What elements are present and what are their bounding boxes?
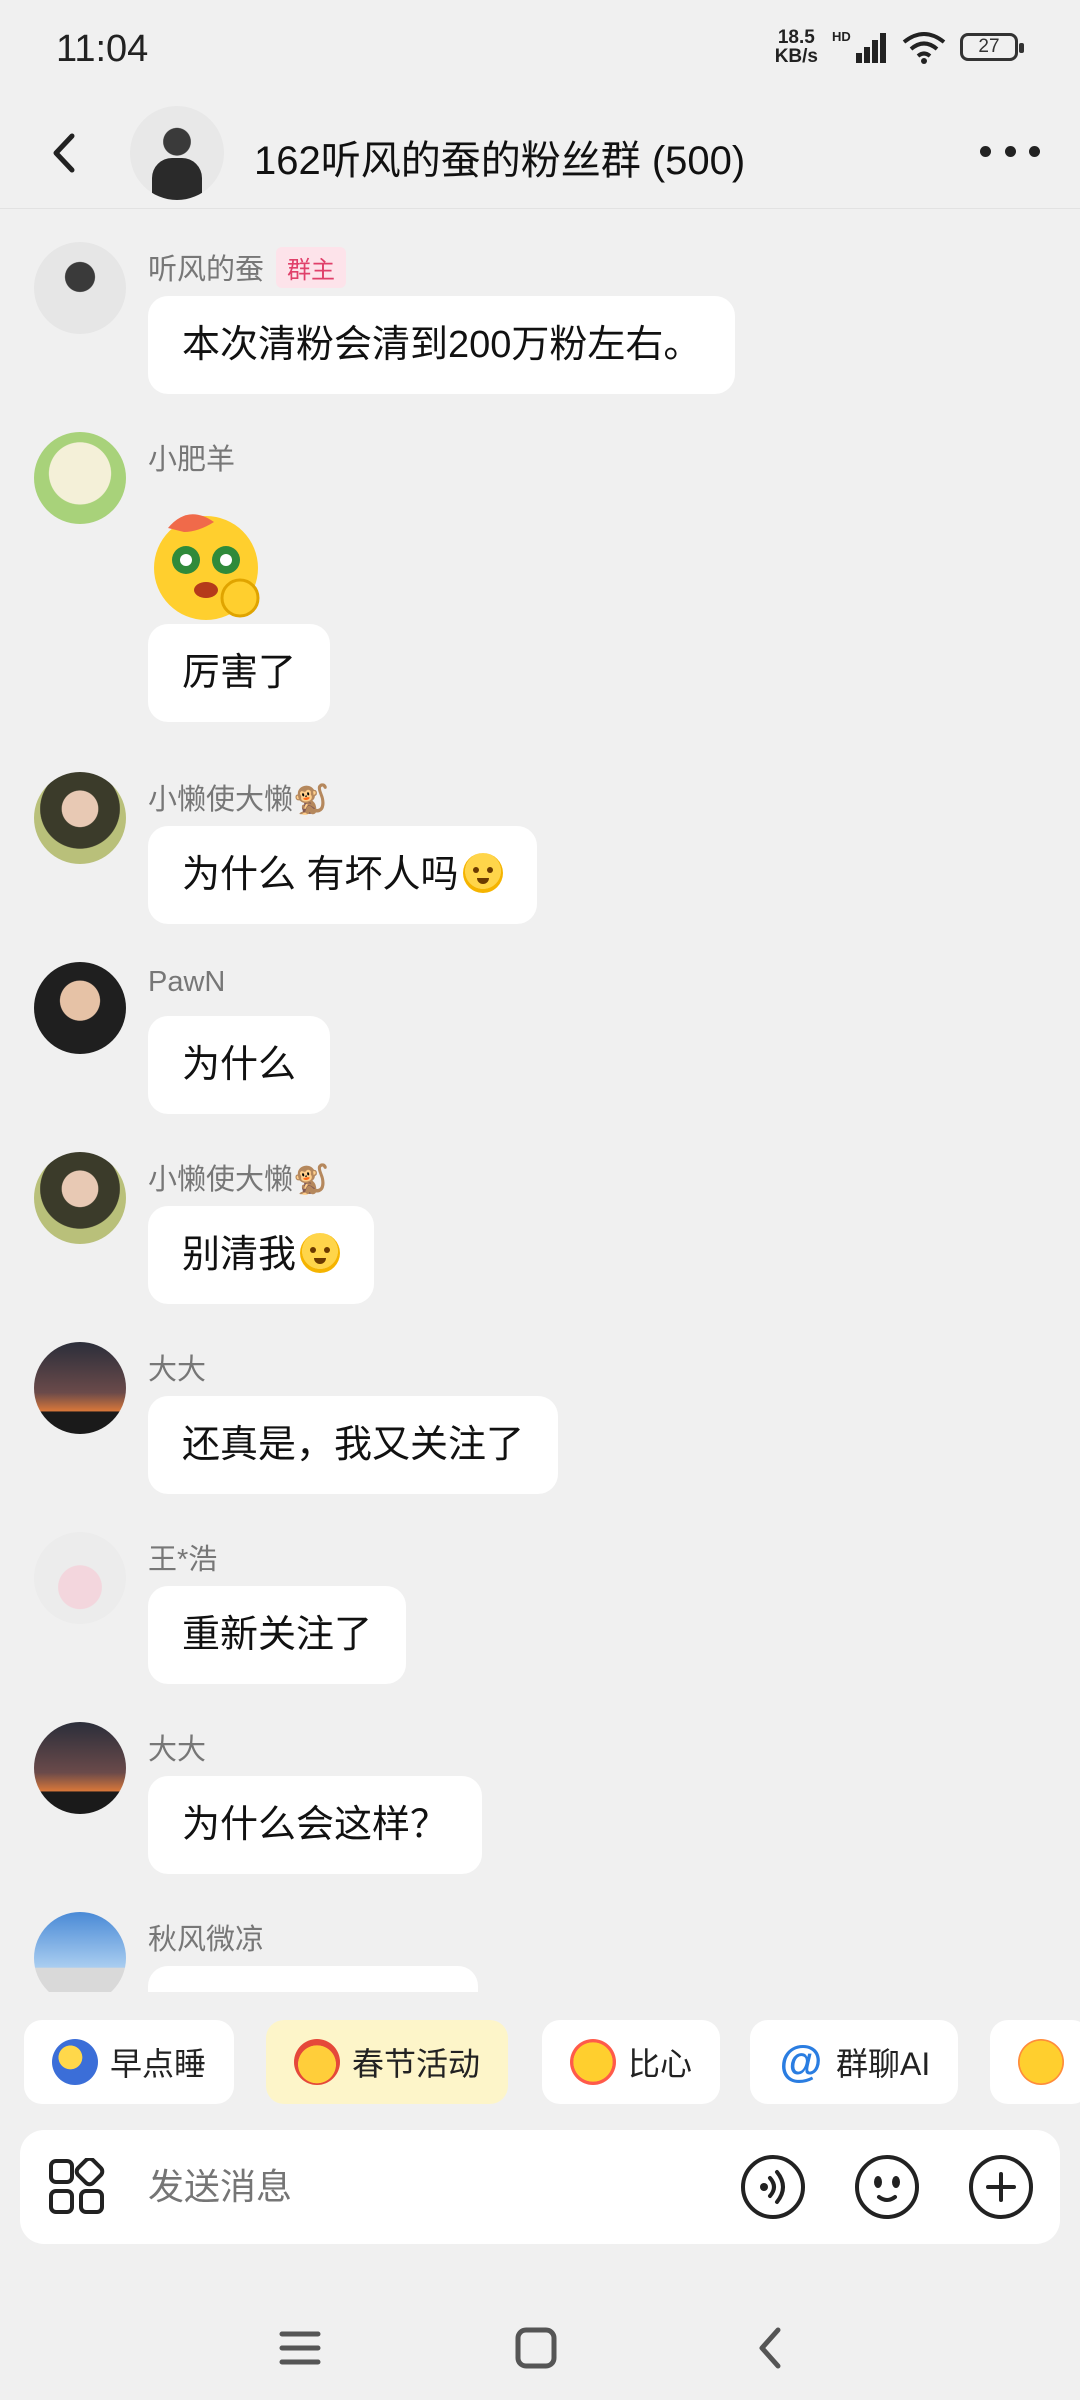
network-speed: 18.5 KB/s [774,27,818,67]
avatar[interactable] [34,1532,126,1624]
sender-name[interactable]: 小懒使大懒🐒 [148,1156,329,1198]
home-square-icon[interactable] [504,2316,568,2380]
message-list[interactable]: 听风的蚕 群主 本次清粉会清到200万粉左右。 小肥羊 厉害了 小懒使大懒🐒 为… [0,212,1080,1992]
sender-name[interactable]: 小懒使大懒🐒 [148,776,329,818]
avatar[interactable] [34,1342,126,1434]
plus-icon[interactable] [968,2154,1034,2220]
sender-name[interactable]: PawN [148,966,225,999]
svg-text:HD: HD [832,29,851,44]
avatar[interactable] [34,242,126,334]
wifi-icon [902,32,946,64]
avatar[interactable] [34,432,126,524]
moon-icon [52,2039,98,2085]
quick-action-early-sleep[interactable]: 早点睡 [24,2020,235,2104]
at-icon: @ [779,2037,823,2086]
avatar[interactable] [34,1912,126,1992]
message-bubble[interactable]: 厉害了 [148,624,331,722]
quick-action-heart[interactable]: 比心 [542,2020,721,2104]
back-chevron-icon[interactable] [40,128,90,178]
heart-hand-icon [570,2039,616,2085]
quick-action-bar: 早点睡 春节活动 比心 @ 群聊AI [0,2020,1080,2106]
message-bubble[interactable]: 别清我 [148,1206,375,1304]
back-nav-icon[interactable] [740,2316,804,2380]
more-dots-icon[interactable] [980,126,1040,176]
message-bubble[interactable]: 还真是，我又关注了 [148,1396,559,1494]
system-nav-bar [0,2300,1080,2400]
status-bar: 11:04 18.5 KB/s HD 27 [0,0,1080,100]
sender-name[interactable]: 秋风微凉 [148,1916,264,1958]
battery-indicator: 27 [960,33,1024,61]
sender-name[interactable]: 大大 [148,1726,206,1768]
message-item: 王*浩 重新关注了 [0,1502,1080,1692]
message-item: 秋风微凉 [0,1882,1080,1992]
message-item: 小懒使大懒🐒 别清我 [0,1122,1080,1312]
sender-name[interactable]: 大大 [148,1346,206,1388]
apps-grid-icon[interactable] [48,2158,106,2216]
status-time: 11:04 [56,28,149,70]
pleading-face-icon [300,1233,341,1273]
emoji-icon[interactable] [854,2154,920,2220]
quick-action-more[interactable] [990,2020,1080,2104]
message-item: PawN 为什么 [0,932,1080,1122]
chat-header: 162听风的蚕的粉丝群 (500) [0,100,1080,209]
menu-icon[interactable] [268,2316,332,2380]
spring-festival-icon [294,2039,340,2085]
sender-name[interactable]: 听风的蚕 [148,246,264,288]
pleading-face-icon [462,853,503,893]
happy-sticker-icon[interactable] [148,502,272,626]
sender-name[interactable]: 王*浩 [148,1536,217,1578]
message-item: 听风的蚕 群主 本次清粉会清到200万粉左右。 [0,212,1080,402]
quick-action-spring-festival[interactable]: 春节活动 [266,2020,509,2104]
group-title[interactable]: 162听风的蚕的粉丝群 (500) [254,128,745,186]
avatar[interactable] [34,1152,126,1244]
message-bubble[interactable]: 本次清粉会清到200万粉左右。 [148,296,736,394]
message-item: 小肥羊 厉害了 [0,402,1080,742]
message-item: 大大 还真是，我又关注了 [0,1312,1080,1502]
message-bubble[interactable]: 为什么 [148,1016,331,1114]
group-avatar[interactable] [130,106,224,200]
message-bubble[interactable] [148,1966,478,1992]
message-input-bar [20,2130,1060,2244]
message-bubble[interactable]: 为什么会这样？ [148,1776,483,1874]
message-item: 大大 为什么会这样？ [0,1692,1080,1882]
voice-icon[interactable] [740,2154,806,2220]
avatar[interactable] [34,962,126,1054]
message-item: 小懒使大懒🐒 为什么 有坏人吗 [0,742,1080,932]
status-icons: 18.5 KB/s HD 27 [774,27,1024,67]
message-bubble[interactable]: 为什么 有坏人吗 [148,826,537,924]
signal-icon: HD [832,29,886,63]
message-input[interactable] [148,2158,708,2216]
avatar[interactable] [34,772,126,864]
sender-name[interactable]: 小肥羊 [148,436,235,478]
message-bubble[interactable]: 重新关注了 [148,1586,407,1684]
owner-badge: 群主 [276,246,347,288]
crying-face-icon [1018,2039,1064,2085]
quick-action-group-ai[interactable]: @ 群聊AI [750,2020,959,2104]
avatar[interactable] [34,1722,126,1814]
